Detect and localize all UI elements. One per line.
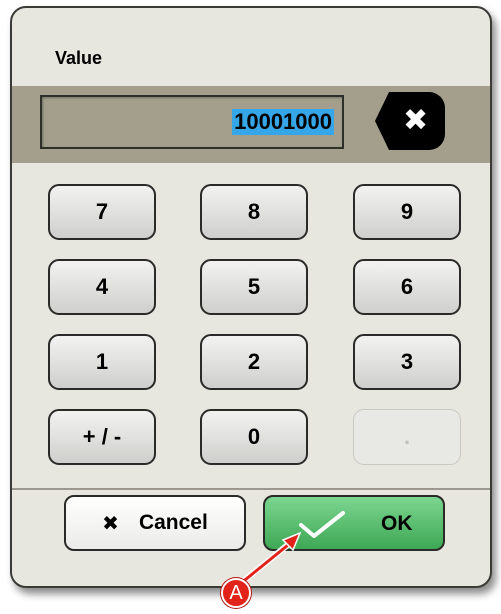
clear-icon: ✖ (403, 104, 429, 137)
close-icon: ✖ (102, 512, 119, 535)
key-6[interactable]: 6 (353, 259, 461, 315)
ok-label: OK (381, 512, 413, 535)
key-1[interactable]: 1 (48, 334, 156, 390)
ok-button[interactable]: OK (263, 495, 445, 551)
key-plus-minus[interactable]: + / - (48, 409, 156, 465)
value-label: Value (55, 48, 103, 68)
key-8[interactable]: 8 (200, 184, 308, 240)
key-3[interactable]: 3 (353, 334, 461, 390)
cancel-label: Cancel (138, 511, 208, 534)
key-9[interactable]: 9 (353, 184, 461, 240)
key-0[interactable]: 0 (200, 409, 308, 465)
footer-divider (12, 488, 490, 490)
value-text: 10001000 (232, 109, 334, 135)
key-2[interactable]: 2 (200, 334, 308, 390)
key-5[interactable]: 5 (200, 259, 308, 315)
key-4[interactable]: 4 (48, 259, 156, 315)
checkmark-icon (299, 511, 345, 538)
cancel-button[interactable]: ✖ Cancel (64, 495, 246, 551)
value-display-band: 10001000 ✖ (12, 86, 490, 163)
value-field[interactable]: 10001000 (40, 95, 344, 149)
annotation-badge: A (221, 578, 251, 608)
key-decimal: . (353, 409, 461, 465)
backspace-button[interactable]: ✖ (375, 92, 445, 150)
key-7[interactable]: 7 (48, 184, 156, 240)
value-entry-dialog: Value 10001000 ✖ 7 8 9 4 5 6 1 2 3 + / -… (10, 6, 492, 588)
